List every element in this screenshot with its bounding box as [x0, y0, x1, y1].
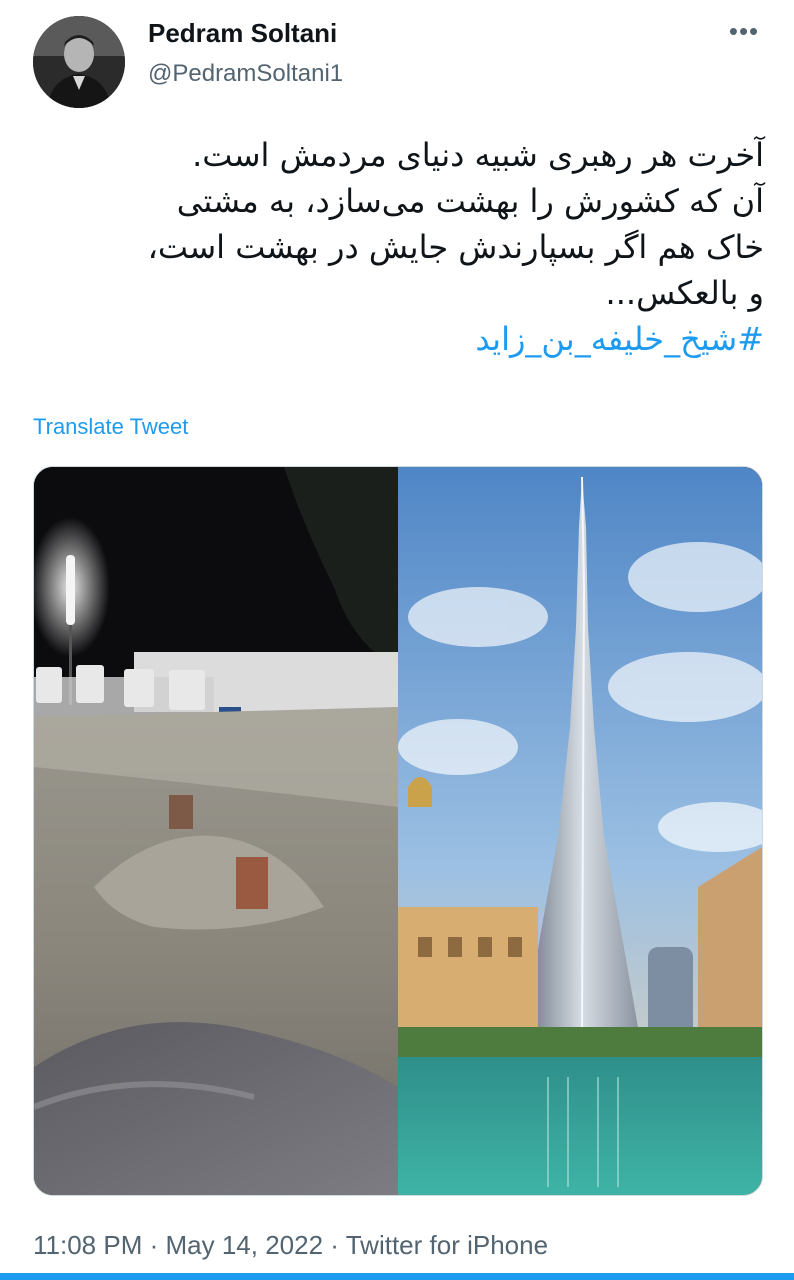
- more-options-button[interactable]: •••: [726, 18, 762, 46]
- author-display-name[interactable]: Pedram Soltani: [148, 18, 337, 49]
- tweet-date[interactable]: May 14, 2022: [166, 1230, 324, 1260]
- translate-tweet-link[interactable]: Translate Tweet: [33, 414, 188, 440]
- tweet-line: و بالعکس...: [605, 274, 764, 312]
- tweet-source[interactable]: Twitter for iPhone: [346, 1230, 548, 1260]
- author-handle[interactable]: @PedramSoltani1: [148, 60, 343, 88]
- author-avatar[interactable]: [33, 16, 125, 108]
- tweet-line: خاک هم اگر بسپارندش جایش در بهشت است،: [147, 228, 764, 266]
- burj-khalifa-photo: [398, 467, 762, 1195]
- tweet-media[interactable]: [33, 466, 763, 1196]
- tweet-line: آن که کشورش را بهشت می‌سازد، به مشتی: [176, 182, 764, 220]
- hashtag-link[interactable]: #شیخ_خلیفه_بن_زاید: [475, 320, 764, 358]
- tweet-timestamp: 11:08 PM · May 14, 2022 · Twitter for iP…: [33, 1230, 548, 1261]
- more-icon: •••: [728, 16, 760, 46]
- avatar-photo: [33, 16, 125, 108]
- grave-night-photo: [34, 467, 398, 1195]
- meta-separator: ·: [330, 1230, 339, 1260]
- tweet-time[interactable]: 11:08 PM: [33, 1230, 142, 1260]
- meta-separator: ·: [149, 1230, 159, 1260]
- bottom-accent-bar: [0, 1273, 794, 1280]
- tweet-text: آخرت هر رهبری شبیه دنیای مردمش است. آن ک…: [32, 132, 764, 362]
- tweet-line: آخرت هر رهبری شبیه دنیای مردمش است.: [192, 136, 764, 174]
